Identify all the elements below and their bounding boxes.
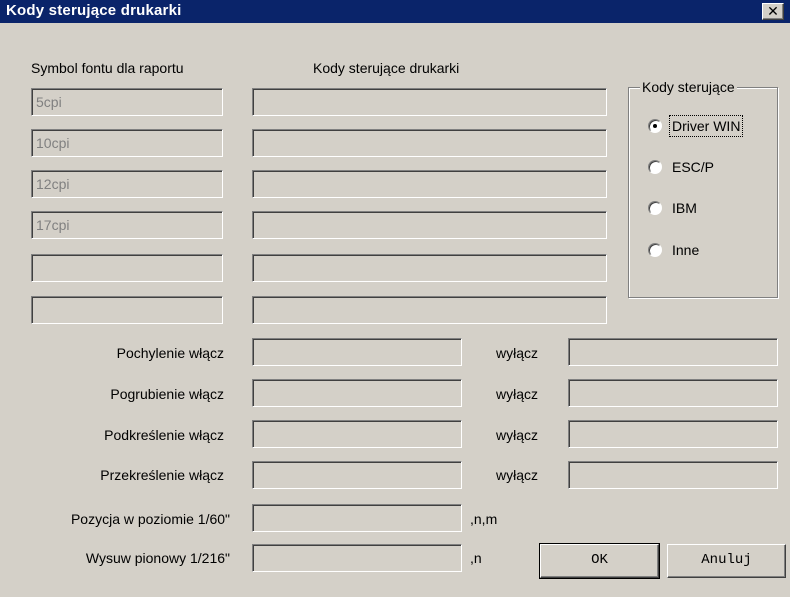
font-symbol-field[interactable] — [31, 296, 223, 324]
style-off-label: wyłącz — [496, 467, 539, 483]
control-code-input[interactable] — [255, 299, 604, 321]
radio-unchecked-icon[interactable] — [648, 201, 662, 215]
style-on-field[interactable] — [252, 338, 462, 366]
font-symbol-input[interactable] — [34, 214, 220, 236]
cancel-button[interactable]: Anuluj — [667, 544, 786, 578]
horizontal-position-field[interactable] — [252, 504, 462, 532]
style-on-field[interactable] — [252, 420, 462, 448]
font-symbol-field[interactable] — [31, 170, 223, 198]
horizontal-position-label: Pozycja w poziomie 1/60" — [70, 511, 230, 527]
control-code-input[interactable] — [255, 173, 604, 195]
style-on-input[interactable] — [255, 423, 459, 445]
title-bar: Kody sterujące drukarki ✕ — [0, 0, 790, 23]
font-symbol-input[interactable] — [34, 91, 220, 113]
close-icon[interactable]: ✕ — [762, 3, 784, 20]
style-off-field[interactable] — [568, 379, 778, 407]
font-symbol-field[interactable] — [31, 254, 223, 282]
style-label: Pogrubienie włącz — [110, 386, 224, 402]
radio-label[interactable]: IBM — [670, 198, 699, 218]
style-label: Pochylenie włącz — [116, 345, 224, 361]
radio-checked-icon[interactable] — [648, 119, 662, 133]
control-code-field[interactable] — [252, 129, 607, 157]
control-code-input[interactable] — [255, 132, 604, 154]
radio-dot-icon — [653, 124, 657, 128]
style-off-input[interactable] — [571, 423, 775, 445]
control-code-field[interactable] — [252, 254, 607, 282]
control-code-input[interactable] — [255, 257, 604, 279]
vertical-feed-field[interactable] — [252, 544, 462, 572]
style-on-field[interactable] — [252, 379, 462, 407]
font-symbol-field[interactable] — [31, 88, 223, 116]
style-off-label: wyłącz — [496, 427, 539, 443]
style-off-label: wyłącz — [496, 345, 539, 361]
style-off-label: wyłącz — [496, 386, 539, 402]
vertical-feed-input[interactable] — [255, 547, 459, 569]
control-code-field[interactable] — [252, 211, 607, 239]
style-label: Podkreślenie włącz — [104, 427, 224, 443]
control-code-input[interactable] — [255, 91, 604, 113]
codes-column-header: Kody sterujące drukarki — [313, 60, 460, 76]
font-symbol-input[interactable] — [34, 299, 220, 321]
control-code-field[interactable] — [252, 170, 607, 198]
font-symbol-field[interactable] — [31, 211, 223, 239]
style-off-input[interactable] — [571, 341, 775, 363]
style-on-field[interactable] — [252, 461, 462, 489]
style-on-input[interactable] — [255, 382, 459, 404]
style-label: Przekreślenie włącz — [100, 467, 224, 483]
style-on-input[interactable] — [255, 464, 459, 486]
style-off-field[interactable] — [568, 338, 778, 366]
horizontal-position-suffix: ,n,m — [470, 511, 498, 527]
radio-label[interactable]: Driver WIN — [668, 115, 744, 137]
style-off-field[interactable] — [568, 420, 778, 448]
radio-unchecked-icon[interactable] — [648, 160, 662, 174]
font-symbol-input[interactable] — [34, 173, 220, 195]
font-symbol-field[interactable] — [31, 129, 223, 157]
horizontal-position-input[interactable] — [255, 507, 459, 529]
radio-unchecked-icon[interactable] — [648, 243, 662, 257]
font-symbol-input[interactable] — [34, 257, 220, 279]
control-code-field[interactable] — [252, 88, 607, 116]
font-symbol-input[interactable] — [34, 132, 220, 154]
vertical-feed-suffix: ,n — [470, 550, 482, 566]
symbol-column-header: Symbol fontu dla raportu — [31, 60, 184, 76]
style-off-input[interactable] — [571, 464, 775, 486]
control-code-input[interactable] — [255, 214, 604, 236]
vertical-feed-label: Wysuw pionowy 1/216" — [85, 550, 230, 566]
radio-label[interactable]: Inne — [670, 240, 701, 260]
radio-label[interactable]: ESC/P — [670, 157, 716, 177]
dialog-window: Kody sterujące drukarki ✕ Symbol fontu d… — [0, 0, 790, 597]
window-title: Kody sterujące drukarki — [6, 2, 182, 19]
style-on-input[interactable] — [255, 341, 459, 363]
ok-button[interactable]: OK — [539, 543, 660, 579]
control-code-field[interactable] — [252, 296, 607, 324]
style-off-input[interactable] — [571, 382, 775, 404]
style-off-field[interactable] — [568, 461, 778, 489]
control-codes-legend: Kody sterujące — [640, 79, 737, 95]
